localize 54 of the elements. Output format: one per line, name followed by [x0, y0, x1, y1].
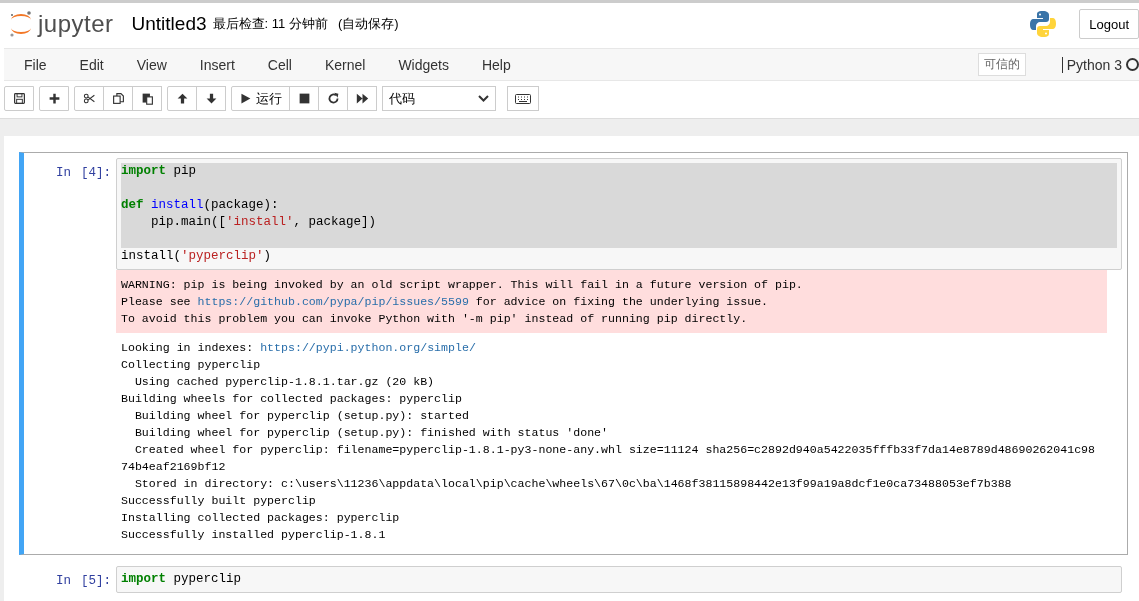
- restart-icon: [326, 92, 340, 105]
- cell-type-dropdown[interactable]: 代码: [382, 86, 496, 111]
- plus-icon: [47, 92, 61, 105]
- play-icon: [239, 92, 252, 105]
- execution-count: [5]:: [81, 574, 111, 590]
- stop-icon: [297, 92, 311, 105]
- chevron-down-icon: [478, 95, 489, 102]
- stop-button[interactable]: [289, 86, 319, 111]
- menu-item[interactable]: Edit: [67, 52, 116, 77]
- menu-item[interactable]: Kernel: [312, 52, 378, 77]
- paste-icon: [140, 92, 154, 105]
- notebook-cell[interactable]: In [5]: import pyperclip: [19, 560, 1128, 599]
- scissors-button[interactable]: [74, 86, 104, 111]
- input-prompt: In: [55, 166, 71, 182]
- keyboard-icon: [515, 93, 531, 104]
- text-output: Looking in indexes: https://pypi.python.org/simple/ Collecting pyperclip Using cached pyperclip-1.8.1.tar.gz (20 kB) Building wheels for collected packages: pyperclip Building wheel for pyperclip (setup.py): started Building wheel for pyperclip (setup.py): finished with status 'done' Created wheel for pyperclip: filename=pyperclip-1.8.1-py3-none-any.whl size=11124 sha256=c2892d940a5422035fffb33f7da14e8789d48690262041c98 74b4eaf2169bf12 Stored in directory: c:\users\11236\appdata\local\pip\cache\wheels\67\0c\ba\1468f38115898442e13f99a19a8dcf1e0ca73488053ef7b388 Successfully built pyperclip Installing collected packages: pyperclip Successfully installed pyperclip-1.8.1: [120, 340, 1097, 543]
- fast-forward-button[interactable]: [347, 86, 377, 111]
- warning-output: WARNING: pip is being invoked by an old script wrapper. This will fail in a future version of pip. Please see https://github.com/pypa/pip/issues/5599 for advice on fixing the underlying issue. To avoid this problem you can invoke Python with '-m pip' instead of running pip directly.: [116, 270, 1107, 333]
- copy-button[interactable]: [103, 86, 133, 111]
- menu-item[interactable]: View: [124, 52, 179, 77]
- copy-icon: [111, 92, 125, 105]
- checkpoint-status: 最后检查: 11 分钟前: [212, 15, 328, 33]
- logout-button[interactable]: Logout: [1079, 9, 1139, 39]
- python-logo-icon: [1029, 10, 1058, 38]
- output-link[interactable]: https://pypi.python.org/simple/: [260, 341, 476, 354]
- keyboard-button[interactable]: [507, 86, 539, 111]
- up-arrow-icon: [175, 92, 189, 105]
- plus-button[interactable]: [39, 86, 69, 111]
- input-prompt: In: [55, 574, 71, 590]
- scissors-icon: [82, 92, 96, 105]
- run-button[interactable]: 运行: [231, 86, 290, 111]
- notebook-name[interactable]: Untitled3: [131, 13, 207, 35]
- jupyter-logo-icon: [8, 9, 34, 39]
- save-icon: [12, 92, 26, 105]
- menu-item[interactable]: Help: [469, 52, 523, 77]
- autosave-status: (自动保存): [337, 15, 399, 33]
- menu-item[interactable]: File: [12, 52, 59, 77]
- code-input[interactable]: import pyperclip: [116, 566, 1122, 593]
- jupyter-logo-text[interactable]: jupyter: [38, 10, 114, 38]
- code-input[interactable]: import pip def install(package): pip.main(['install', package]) install('pyperclip'): [116, 158, 1122, 270]
- restart-button[interactable]: [318, 86, 348, 111]
- save-button[interactable]: [4, 86, 34, 111]
- output-link[interactable]: https://github.com/pypa/pip/issues/5599: [197, 295, 469, 308]
- fast-forward-icon: [355, 92, 369, 105]
- down-arrow-button[interactable]: [196, 86, 226, 111]
- kernel-name: Python 3: [1061, 56, 1122, 73]
- menu-item[interactable]: Insert: [187, 52, 247, 77]
- notebook-cell[interactable]: [19, 152, 1128, 555]
- menu-item[interactable]: Widgets: [386, 52, 461, 77]
- menu-item[interactable]: Cell: [255, 52, 304, 77]
- execution-count: [4]:: [81, 166, 111, 182]
- trusted-indicator[interactable]: 可信的: [977, 53, 1026, 76]
- up-arrow-button[interactable]: [167, 86, 197, 111]
- paste-button[interactable]: [132, 86, 162, 111]
